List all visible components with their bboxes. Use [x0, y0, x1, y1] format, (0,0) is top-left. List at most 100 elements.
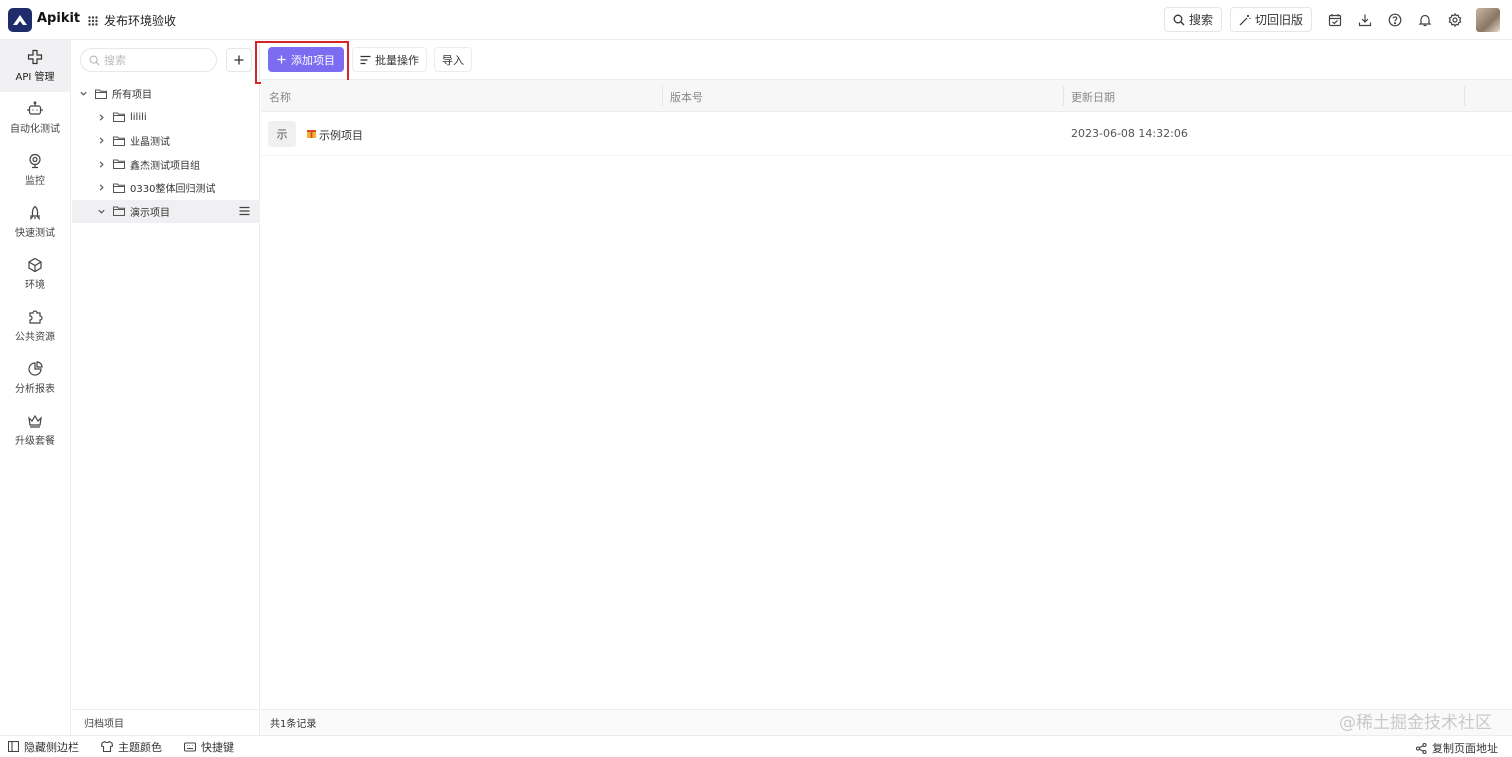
chevron-down-icon[interactable] — [77, 89, 89, 98]
project-avatar: 示 — [268, 121, 296, 147]
import-button[interactable]: 导入 — [434, 47, 472, 72]
tree-item-group[interactable]: 业晶测试 — [72, 129, 260, 153]
tree-item-group[interactable]: lilili — [72, 106, 260, 130]
project-name[interactable]: 示例项目 — [319, 127, 363, 143]
folder-icon — [113, 183, 125, 193]
plus-icon — [277, 55, 286, 64]
tree-item-label: 演示项目 — [130, 207, 170, 219]
folder-icon — [113, 112, 125, 123]
search-icon — [89, 55, 100, 66]
archived-projects-label: 归档项目 — [84, 719, 124, 730]
add-project-button[interactable]: 添加项目 — [268, 47, 344, 72]
column-divider[interactable] — [662, 86, 663, 106]
table-footer: 共1条记录 — [261, 709, 1512, 735]
share-icon — [1416, 742, 1427, 754]
theme-color-button[interactable]: 主题颜色 — [101, 739, 162, 755]
chevron-down-icon[interactable] — [95, 207, 107, 216]
workspace-name: 发布环境验收 — [104, 14, 177, 28]
import-label: 导入 — [442, 53, 464, 67]
tree-search[interactable] — [80, 48, 217, 72]
left-nav: API 管理 自动化测试 监控 快速测试 环境 公共资源 分析报表 升级套餐 — [0, 40, 71, 735]
switch-legacy-button[interactable]: 切回旧版 — [1229, 7, 1312, 32]
global-search-button[interactable]: 搜索 — [1163, 7, 1222, 32]
app-name: Apikit — [37, 11, 81, 26]
main-content: 添加项目 批量操作 导入 名称 版本号 更新日期 示 示例项目 2023-06-… — [255, 40, 1512, 735]
menu-icon[interactable] — [239, 206, 250, 219]
table-row[interactable]: 示 示例项目 2023-06-08 14:32:06 — [261, 112, 1512, 156]
tree-item-group[interactable]: 鑫杰测试项目组 — [72, 153, 260, 177]
folder-icon — [113, 206, 125, 217]
copy-url-button[interactable]: 复制页面地址 — [1416, 740, 1498, 756]
settings-icon[interactable] — [1440, 7, 1470, 32]
project-toolbar: 添加项目 批量操作 导入 — [255, 40, 1512, 84]
column-header-version: 版本号 — [670, 91, 703, 104]
robot-icon — [27, 101, 43, 115]
cube-icon — [28, 257, 42, 273]
copy-url-label: 复制页面地址 — [1432, 742, 1498, 755]
list-icon — [360, 55, 371, 64]
chevron-right-icon[interactable] — [95, 136, 107, 145]
user-avatar[interactable] — [1476, 7, 1500, 32]
project-updated: 2023-06-08 14:32:06 — [1071, 127, 1188, 140]
shortcuts-label: 快捷键 — [201, 740, 234, 754]
tree-item-label: 所有项目 — [112, 90, 152, 102]
nav-item-environment[interactable]: 环境 — [0, 248, 70, 300]
tree-item-group-selected[interactable]: 演示项目 — [72, 199, 260, 223]
top-bar: Apikit 发布环境验收 搜索 切回旧版 — [0, 0, 1512, 40]
theme-color-label: 主题颜色 — [118, 740, 162, 754]
magic-wand-icon — [1239, 14, 1251, 25]
chevron-right-icon[interactable] — [95, 160, 107, 169]
tree-search-input[interactable] — [104, 53, 204, 67]
rocket-icon — [30, 205, 40, 221]
nav-item-api-management[interactable]: API 管理 — [0, 40, 70, 92]
apikit-logo-icon[interactable] — [8, 8, 32, 32]
bell-icon[interactable] — [1410, 7, 1440, 32]
tree-item-label: 鑫杰测试项目组 — [130, 160, 200, 172]
nav-item-monitor[interactable]: 监控 — [0, 144, 70, 196]
chevron-right-icon[interactable] — [95, 183, 107, 192]
column-divider[interactable] — [1063, 86, 1064, 106]
gift-icon — [307, 130, 316, 138]
nav-item-analytics[interactable]: 分析报表 — [0, 352, 70, 404]
api-icon — [27, 49, 43, 65]
tree-item-label: lilili — [130, 111, 147, 123]
bottom-bar: 隐藏侧边栏 主题颜色 快捷键 复制页面地址 — [0, 735, 1512, 757]
workspace-switcher[interactable]: 发布环境验收 — [88, 12, 176, 29]
column-divider[interactable] — [1464, 86, 1465, 106]
hide-sidebar-button[interactable]: 隐藏侧边栏 — [8, 739, 79, 755]
tree-item-all-projects[interactable]: 所有项目 — [72, 82, 260, 106]
tree-item-group[interactable]: 0330整体回归测试 — [72, 176, 260, 200]
batch-operation-label: 批量操作 — [375, 53, 419, 67]
nav-item-quick-test[interactable]: 快速测试 — [0, 196, 70, 248]
nav-item-automation[interactable]: 自动化测试 — [0, 92, 70, 144]
calendar-icon[interactable] — [1320, 7, 1350, 32]
nav-label: 监控 — [25, 176, 45, 187]
shortcuts-button[interactable]: 快捷键 — [184, 739, 234, 755]
nav-label: 环境 — [25, 280, 45, 291]
add-project-label: 添加项目 — [291, 54, 335, 67]
top-actions: 搜索 切回旧版 — [1163, 7, 1500, 32]
add-group-button[interactable] — [226, 48, 252, 72]
grid-icon — [88, 15, 98, 26]
batch-operation-button[interactable]: 批量操作 — [352, 47, 427, 72]
puzzle-icon — [29, 310, 43, 324]
nav-item-upgrade[interactable]: 升级套餐 — [0, 404, 70, 456]
crown-icon — [28, 414, 42, 428]
nav-item-public-resources[interactable]: 公共资源 — [0, 300, 70, 352]
tree-item-label: 业晶测试 — [130, 137, 170, 149]
chevron-right-icon[interactable] — [95, 113, 107, 122]
column-header-name: 名称 — [269, 91, 291, 104]
help-icon[interactable] — [1380, 7, 1410, 32]
switch-legacy-label: 切回旧版 — [1254, 13, 1303, 27]
search-icon — [1173, 14, 1185, 25]
monitor-icon — [29, 153, 41, 169]
keyboard-icon — [184, 741, 196, 752]
nav-label: 自动化测试 — [10, 124, 60, 135]
plus-icon — [234, 55, 244, 65]
archived-projects-link[interactable]: 归档项目 — [72, 709, 260, 735]
nav-label: API 管理 — [15, 72, 55, 83]
pie-chart-icon — [28, 361, 43, 376]
table-header: 名称 版本号 更新日期 — [261, 80, 1512, 112]
project-tree-panel: 所有项目 lilili 业晶测试 鑫杰测试项目组 0330整体回归测试 演示项目 — [72, 40, 260, 735]
download-icon[interactable] — [1350, 7, 1380, 32]
